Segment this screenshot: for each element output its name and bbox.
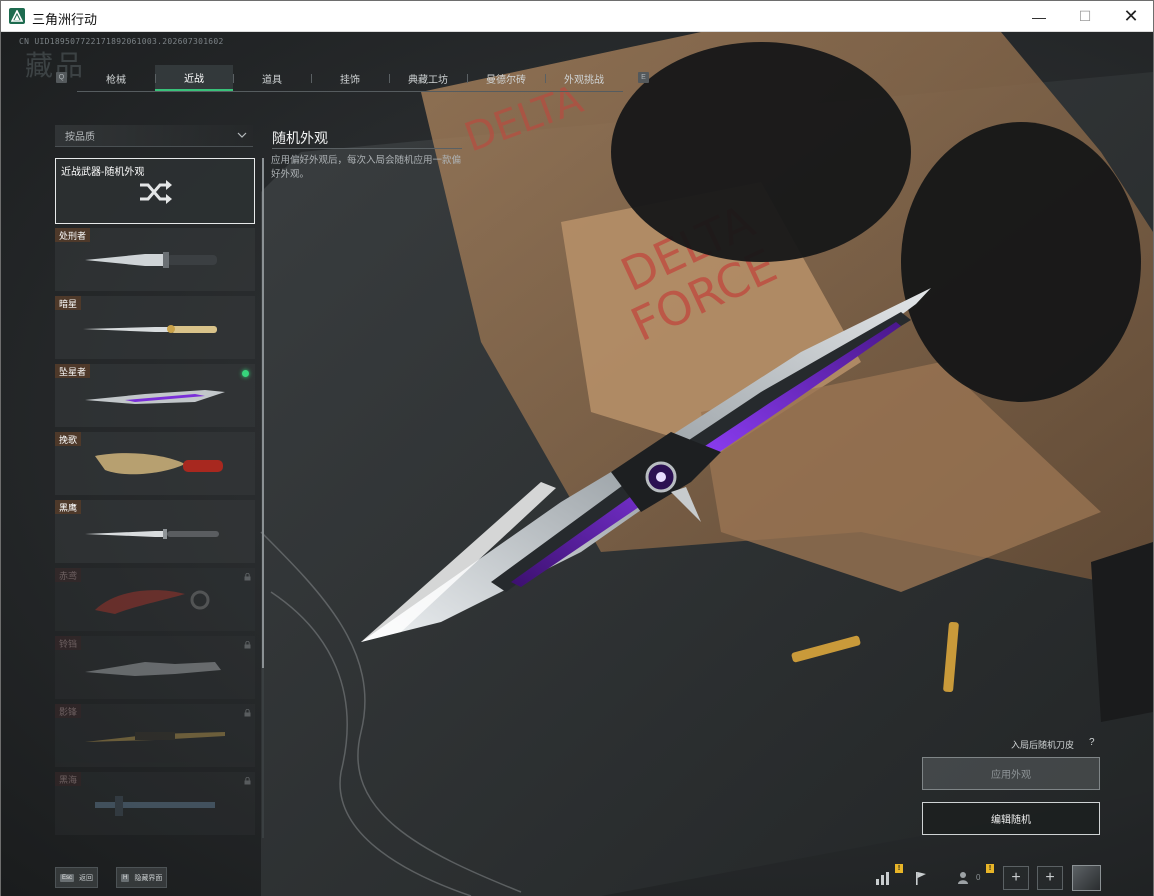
app-logo-icon	[9, 8, 25, 24]
detail-description: 应用偏好外观后，每次入局会随机应用一款偏好外观。	[271, 155, 462, 180]
knife-thumbnail	[83, 325, 217, 333]
maximize-button[interactable]: ☐	[1062, 1, 1108, 32]
list-item-label: 近战武器-随机外观	[61, 167, 145, 178]
help-icon[interactable]: ?	[1089, 737, 1095, 748]
knife-thumbnail	[95, 590, 210, 614]
avatar[interactable]	[1072, 865, 1101, 891]
knife-thumbnail	[85, 662, 221, 676]
close-button[interactable]: ✕	[1108, 1, 1154, 32]
game-window: 三角洲行动 — ☐ ✕ DELTA FORCE DELTA CN UID1895…	[0, 0, 1154, 896]
knife-thumbnail	[95, 453, 223, 475]
invite-button[interactable]: +	[1037, 866, 1063, 890]
page-heading-watermark: 藏品	[25, 49, 86, 82]
divider	[272, 148, 462, 149]
h-key-hint: H	[121, 873, 130, 882]
tab-items[interactable]: 道具	[233, 65, 311, 91]
chevron-down-icon	[237, 132, 247, 138]
esc-key-hint: Esc	[60, 873, 75, 882]
next-tab-key-hint[interactable]: E	[638, 72, 649, 83]
notification-badge: !	[986, 864, 994, 873]
lock-icon	[244, 777, 251, 785]
sort-dropdown-label: 按品质	[65, 132, 95, 143]
friends-icon[interactable]	[951, 865, 979, 891]
scrollbar-thumb[interactable]	[262, 158, 264, 668]
list-item[interactable]: 挽歌	[55, 432, 255, 495]
back-label: 返回	[79, 874, 94, 882]
category-tabs: 枪械 近战 道具 挂饰 典藏工坊 曼德尔砖 外观挑战	[77, 65, 623, 92]
tab-appearance-challenge[interactable]: 外观挑战	[545, 65, 623, 91]
sort-dropdown[interactable]: 按品质	[55, 125, 253, 147]
shuffle-icon	[140, 180, 172, 204]
knife-thumbnail	[85, 732, 225, 742]
knife-thumbnail	[95, 796, 215, 816]
window-title: 三角洲行动	[32, 12, 98, 27]
hide-ui-button[interactable]: H 隐藏界面	[116, 867, 168, 888]
flag-icon[interactable]	[907, 865, 935, 891]
list-item[interactable]: 暗星	[55, 296, 255, 359]
apply-appearance-button[interactable]: 应用外观	[922, 757, 1100, 790]
tab-guns[interactable]: 枪械	[77, 65, 155, 91]
hide-ui-label: 隐藏界面	[134, 874, 163, 882]
tab-collection-workshop[interactable]: 典藏工坊	[389, 65, 467, 91]
detail-title: 随机外观	[272, 130, 328, 146]
list-item[interactable]: 处刑者	[55, 228, 255, 291]
back-button[interactable]: Esc 返回	[55, 867, 99, 888]
equipped-indicator	[242, 370, 249, 377]
list-scrollbar[interactable]	[262, 158, 264, 838]
list-item[interactable]: 黑鹰	[55, 500, 255, 563]
bottom-bar: Esc 返回 H 隐藏界面 ! 0 ! + +	[1, 861, 1153, 896]
title-bar: 三角洲行动 — ☐ ✕	[1, 1, 1153, 32]
knife-thumbnail	[85, 252, 217, 268]
list-item[interactable]: 黑海	[55, 772, 255, 835]
list-item-random-appearance[interactable]: 近战武器-随机外观	[55, 158, 255, 224]
lock-icon	[244, 709, 251, 717]
lock-icon	[244, 641, 251, 649]
tab-melee[interactable]: 近战	[155, 65, 233, 91]
notification-badge: !	[895, 864, 903, 873]
list-item[interactable]: 赤鸢	[55, 568, 255, 631]
tab-mandel-brick[interactable]: 曼德尔砖	[467, 65, 545, 91]
edit-random-button[interactable]: 编辑随机	[922, 802, 1100, 835]
stats-icon[interactable]	[869, 865, 897, 891]
collection-screen: DELTA FORCE DELTA CN UID1895077221718920…	[1, 32, 1153, 896]
friend-count: 0	[976, 873, 981, 882]
knife-thumbnail	[85, 390, 225, 404]
minimize-button[interactable]: —	[1016, 1, 1062, 32]
random-skin-hint: 入局后随机刀皮	[1011, 740, 1075, 750]
lock-icon	[244, 573, 251, 581]
knife-preview-model[interactable]	[341, 282, 941, 662]
list-item[interactable]: 影锋	[55, 704, 255, 767]
list-item[interactable]: 铃铛	[55, 636, 255, 699]
list-item[interactable]: 坠星者	[55, 364, 255, 427]
add-friend-button[interactable]: +	[1003, 866, 1029, 890]
tab-charms[interactable]: 挂饰	[311, 65, 389, 91]
knife-thumbnail	[85, 529, 219, 539]
melee-skin-list: 近战武器-随机外观 处刑者 暗星 坠星者 挽歌 黑鹰 赤鸢 铃铛 影锋 黑海	[55, 158, 255, 838]
prev-tab-key-hint[interactable]: Q	[56, 72, 67, 83]
